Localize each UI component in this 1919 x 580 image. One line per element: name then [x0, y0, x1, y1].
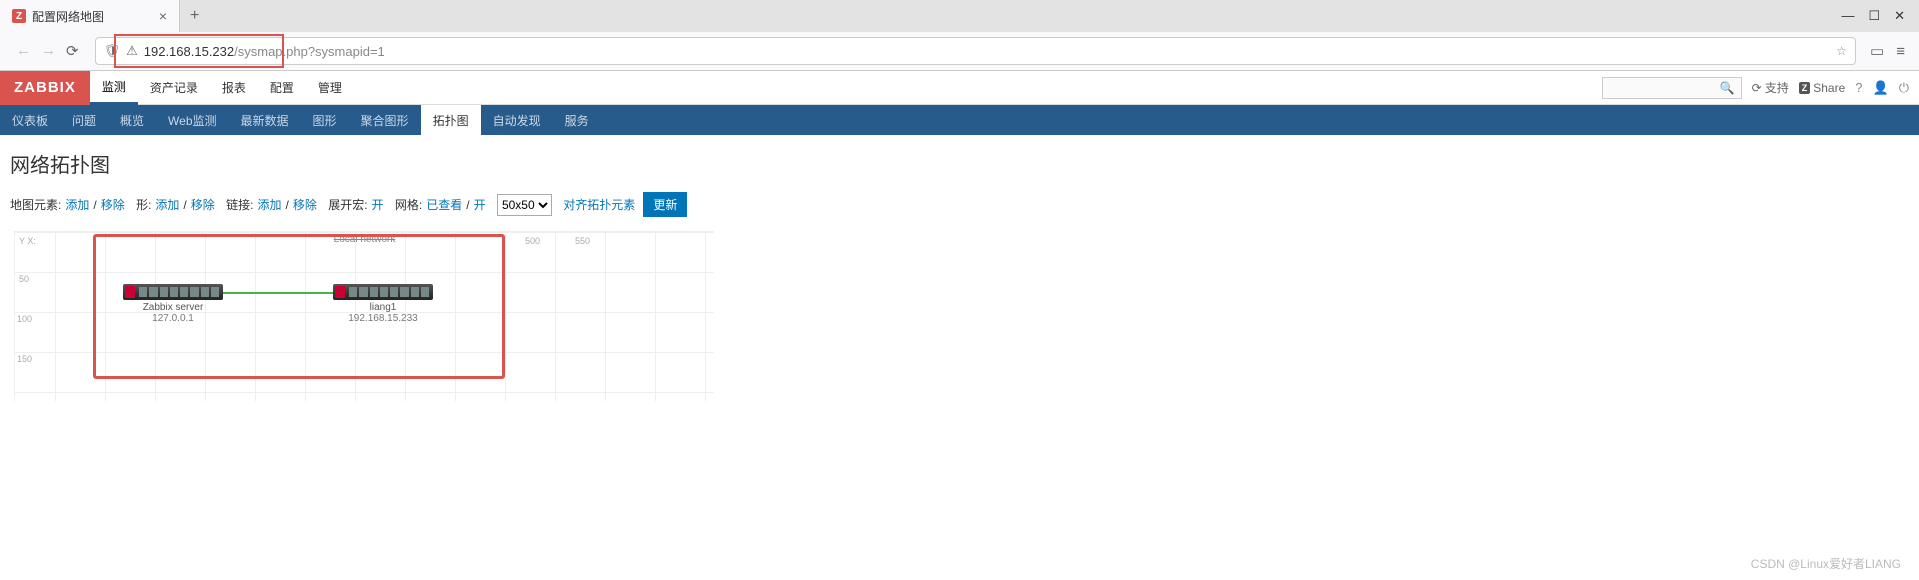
subnav-latest[interactable]: 最新数据 [229, 105, 301, 135]
page-title: 网络拓扑图 [0, 135, 1919, 188]
subnav-web[interactable]: Web监测 [156, 105, 228, 135]
search-input[interactable]: 🔍 [1602, 77, 1742, 99]
user-icon[interactable]: 👤 [1873, 80, 1889, 96]
subnav-discovery[interactable]: 自动发现 [481, 105, 553, 135]
search-icon: 🔍 [1720, 81, 1735, 95]
reload-icon[interactable]: ⟳ [66, 42, 79, 60]
bookmark-icon[interactable]: ☆ [1836, 44, 1847, 58]
node-addr: 127.0.0.1 [123, 313, 223, 324]
subnav-maps[interactable]: 拓扑图 [421, 105, 481, 135]
back-icon[interactable]: ← [16, 42, 31, 60]
nav-admin[interactable]: 管理 [306, 71, 354, 105]
subnav-screens[interactable]: 聚合图形 [349, 105, 421, 135]
url-bar[interactable]: 🛡 ⚠ 192.168.15.232/sysmap.php?sysmapid=1… [95, 37, 1856, 65]
watermark: CSDN @Linux爱好者LIANG [1751, 555, 1901, 572]
align-link[interactable]: 对齐拓扑元素 [563, 196, 635, 213]
link-remove[interactable]: 移除 [293, 196, 317, 213]
lbl-expand: 展开宏: [328, 196, 367, 213]
lbl-shape: 形: [136, 196, 151, 213]
url-text: 192.168.15.232/sysmap.php?sysmapid=1 [144, 44, 1831, 59]
map-canvas[interactable]: Y X: 50 100 150 500 550 Local network Za… [14, 231, 714, 401]
main-nav: 监测 资产记录 报表 配置 管理 [90, 71, 354, 105]
help-icon[interactable]: ? [1855, 80, 1862, 95]
window-controls: — ☐ ✕ [1827, 8, 1919, 24]
close-window-icon[interactable]: ✕ [1894, 8, 1905, 24]
map-toolbar: 地图元素: 添加/ 移除 形: 添加/ 移除 链接: 添加/ 移除 展开宏: 开… [0, 188, 1919, 227]
map-node-zabbix-server[interactable]: Zabbix server 127.0.0.1 [123, 284, 223, 324]
axis-yx: Y X: [19, 236, 36, 246]
map-container: Y X: 50 100 150 500 550 Local network Za… [10, 227, 1909, 405]
x-tick-500: 500 [525, 236, 540, 246]
map-node-liang1[interactable]: liang1 192.168.15.233 [333, 284, 433, 324]
subnav-graphs[interactable]: 图形 [301, 105, 349, 135]
lbl-grid: 网格: [395, 196, 422, 213]
tab-close-icon[interactable]: × [159, 8, 167, 24]
grid-shown[interactable]: 已查看 [426, 196, 462, 213]
reader-icon[interactable]: ▭ [1870, 42, 1884, 60]
shape-add[interactable]: 添加 [155, 196, 179, 213]
lbl-link: 链接: [226, 196, 253, 213]
minimize-icon[interactable]: — [1841, 8, 1854, 24]
support-link[interactable]: ⟳ 支持 [1752, 79, 1789, 96]
subnav-problems[interactable]: 问题 [60, 105, 108, 135]
element-remove[interactable]: 移除 [101, 196, 125, 213]
tab-bar: Z 配置网络地图 × + — ☐ ✕ [0, 0, 1919, 32]
zabbix-logo[interactable]: ZABBIX [0, 71, 90, 105]
subnav-services[interactable]: 服务 [553, 105, 601, 135]
nav-reports[interactable]: 报表 [210, 71, 258, 105]
nav-config[interactable]: 配置 [258, 71, 306, 105]
new-tab-button[interactable]: + [180, 7, 209, 25]
y-tick-150: 150 [17, 354, 32, 364]
node-name: Zabbix server [123, 302, 223, 313]
menu-icon[interactable]: ≡ [1896, 43, 1905, 60]
tab-favicon: Z [12, 9, 26, 23]
nav-monitoring[interactable]: 监测 [90, 71, 138, 105]
lock-icon[interactable]: ⚠ [126, 43, 138, 59]
y-tick-100: 100 [17, 314, 32, 324]
sub-nav: 仪表板 问题 概览 Web监测 最新数据 图形 聚合图形 拓扑图 自动发现 服务 [0, 105, 1919, 135]
node-name: liang1 [333, 302, 433, 313]
element-add[interactable]: 添加 [65, 196, 89, 213]
update-button[interactable]: 更新 [643, 192, 687, 217]
subnav-overview[interactable]: 概览 [108, 105, 156, 135]
nav-inventory[interactable]: 资产记录 [138, 71, 210, 105]
shield-icon[interactable]: 🛡 [104, 43, 121, 59]
shape-remove[interactable]: 移除 [191, 196, 215, 213]
power-icon[interactable]: ⏻ [1899, 80, 1909, 96]
zabbix-header: ZABBIX 监测 资产记录 报表 配置 管理 🔍 ⟳ 支持 Z Share ?… [0, 71, 1919, 105]
forward-icon[interactable]: → [41, 42, 56, 60]
subnav-dashboard[interactable]: 仪表板 [0, 105, 60, 135]
link-add[interactable]: 添加 [257, 196, 281, 213]
server-icon [123, 284, 223, 300]
nav-buttons: ← → ⟳ [8, 42, 87, 60]
lbl-element: 地图元素: [10, 196, 61, 213]
share-link[interactable]: Z Share [1799, 81, 1846, 95]
header-right: 🔍 ⟳ 支持 Z Share ? 👤 ⏻ [1602, 77, 1919, 99]
grid-on[interactable]: 开 [474, 196, 486, 213]
map-title: Local network [334, 234, 396, 245]
server-icon [333, 284, 433, 300]
maximize-icon[interactable]: ☐ [1868, 8, 1880, 24]
url-right-icons: ▭ ≡ [1864, 42, 1911, 60]
grid-size-select[interactable]: 50x50 [497, 194, 552, 216]
node-addr: 192.168.15.233 [333, 313, 433, 324]
expand-on[interactable]: 开 [372, 196, 384, 213]
browser-chrome: Z 配置网络地图 × + — ☐ ✕ ← → ⟳ 🛡 ⚠ 192.168.15.… [0, 0, 1919, 71]
y-tick-50: 50 [19, 274, 29, 284]
url-bar-row: ← → ⟳ 🛡 ⚠ 192.168.15.232/sysmap.php?sysm… [0, 32, 1919, 70]
x-tick-550: 550 [575, 236, 590, 246]
tab-title: 配置网络地图 [32, 8, 153, 25]
browser-tab[interactable]: Z 配置网络地图 × [0, 0, 180, 32]
